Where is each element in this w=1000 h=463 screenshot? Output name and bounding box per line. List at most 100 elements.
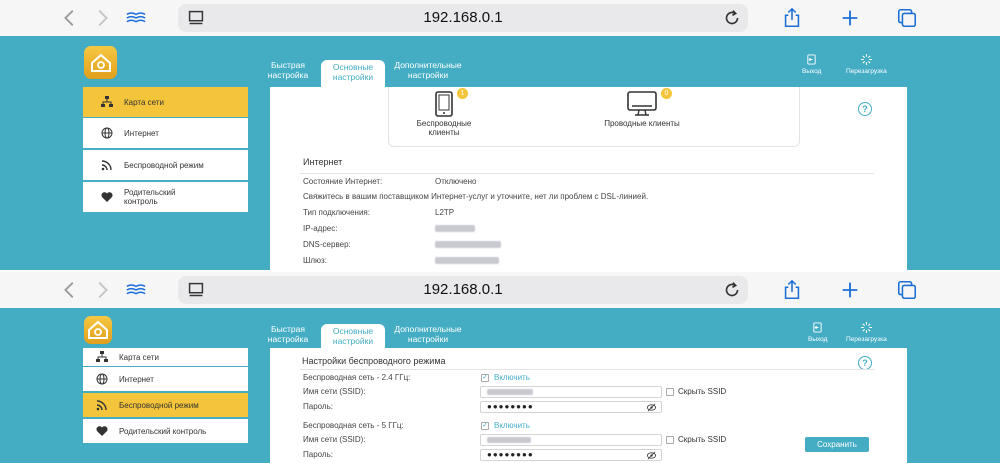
new-tab-icon[interactable] xyxy=(838,278,862,302)
password24-value: ●●●●●●●● xyxy=(487,402,534,411)
sidebar-item-label: Интернет xyxy=(119,374,154,384)
tab-advanced[interactable]: Дополнительные настройки xyxy=(388,60,468,84)
wireless-clients[interactable]: Беспроводные клиенты 1 xyxy=(409,88,479,137)
wireless-section-title: Настройки беспроводного режима xyxy=(302,356,446,366)
internet-section-title: Интернет xyxy=(303,157,343,167)
toggle-password-icon[interactable] xyxy=(647,451,656,460)
reboot-button[interactable]: Перезагрузка xyxy=(846,322,887,343)
wireless-clients-label: Беспроводные клиенты xyxy=(416,119,472,137)
divider xyxy=(300,369,874,370)
forward-icon[interactable] xyxy=(90,6,114,30)
connection-type-label: Тип подключения: xyxy=(303,208,370,217)
wired-clients-label: Проводные клиенты xyxy=(604,119,680,128)
sidebar-item-parental[interactable]: Родительский контроль xyxy=(83,419,248,443)
sidebar-item-label: Родительский контроль xyxy=(124,188,176,206)
new-tab-icon[interactable] xyxy=(838,6,862,30)
sidebar-item-label: Родительский контроль xyxy=(119,426,207,436)
forward-icon[interactable] xyxy=(90,278,114,302)
sidebar-item-parental[interactable]: Родительский контроль xyxy=(83,182,248,212)
sidebar-item-label: Карта сети xyxy=(119,352,159,362)
band24-label: Беспроводная сеть - 2.4 ГГц: xyxy=(303,373,411,382)
sidebar-item-internet[interactable]: Интернет xyxy=(83,367,248,391)
band5-enable-checkbox[interactable]: ✓ xyxy=(481,422,489,430)
dns-label: DNS-сервер: xyxy=(303,240,351,249)
password24-input[interactable]: ●●●●●●●● xyxy=(480,401,662,413)
isp-message: Свяжитесь в вашим поставщиком Интернет-у… xyxy=(303,192,649,201)
toggle-password-icon[interactable] xyxy=(647,403,656,412)
hide-ssid5-checkbox[interactable] xyxy=(666,436,674,444)
band5-label: Беспроводная сеть - 5 ГГц: xyxy=(303,421,404,430)
browser-toolbar: 192.168.0.1 xyxy=(0,0,1000,36)
hide-ssid5-label: Скрыть SSID xyxy=(678,435,727,444)
band24-enable-label: Включить xyxy=(494,373,530,382)
ip-label: IP-адрес: xyxy=(303,224,338,233)
ssid5-input[interactable] xyxy=(480,434,662,446)
browser-toolbar: 192.168.0.1 xyxy=(0,272,1000,308)
ssid24-label: Имя сети (SSID): xyxy=(303,387,366,396)
reboot-label: Перезагрузка xyxy=(846,68,887,75)
screenshot-network-map: 192.168.0.1 Карта сети Интернет Беспрово… xyxy=(0,0,1000,272)
ssid5-label: Имя сети (SSID): xyxy=(303,435,366,444)
logout-icon xyxy=(813,322,822,333)
gateway-value-redacted xyxy=(435,257,499,264)
password5-input[interactable]: ●●●●●●●● xyxy=(480,449,662,461)
sidebar-item-network-map[interactable]: Карта сети xyxy=(83,87,248,117)
sidebar-item-internet[interactable]: Интернет xyxy=(83,118,248,148)
reader-icon[interactable] xyxy=(124,6,148,30)
tabs-icon[interactable] xyxy=(895,278,919,302)
back-icon[interactable] xyxy=(58,278,82,302)
dns-value-redacted xyxy=(435,241,501,248)
password5-value: ●●●●●●●● xyxy=(487,450,534,459)
hide-ssid24-label: Скрыть SSID xyxy=(678,387,727,396)
wifi-icon xyxy=(100,158,114,172)
logout-button[interactable]: Выход xyxy=(808,322,827,343)
logout-icon xyxy=(807,54,816,65)
sidebar-item-label: Беспроводной режим xyxy=(119,400,199,410)
ip-value-redacted xyxy=(435,225,475,232)
address-bar[interactable]: 192.168.0.1 xyxy=(178,276,748,304)
reboot-label: Перезагрузка xyxy=(846,336,887,343)
reboot-button[interactable]: Перезагрузка xyxy=(846,54,887,75)
router-logo[interactable] xyxy=(84,46,117,79)
sidebar-item-label: Беспроводной режим xyxy=(124,160,204,170)
tab-basic[interactable]: Основные настройки xyxy=(321,60,385,88)
divider xyxy=(300,173,874,174)
tabs-icon[interactable] xyxy=(895,6,919,30)
reload-icon[interactable] xyxy=(720,278,744,302)
band5-enable-label: Включить xyxy=(494,421,530,430)
wired-clients-count: 0 xyxy=(661,88,672,99)
network-map-icon xyxy=(95,350,109,364)
tab-advanced[interactable]: Дополнительные настройки xyxy=(388,324,468,348)
main-content: ? Беспроводные клиенты 1 Проводные клиен… xyxy=(270,87,907,272)
globe-icon xyxy=(95,372,109,386)
password24-label: Пароль: xyxy=(303,402,333,411)
tab-quick-setup[interactable]: Быстрая настройка xyxy=(256,324,320,348)
connection-type-value: L2TP xyxy=(435,208,455,217)
sidebar-item-wireless[interactable]: Беспроводной режим xyxy=(83,393,248,417)
share-icon[interactable] xyxy=(780,6,804,30)
reboot-icon xyxy=(860,54,872,65)
sidebar-item-label: Интернет xyxy=(124,128,159,138)
wired-clients[interactable]: Проводные клиенты 0 xyxy=(597,88,687,128)
router-logo[interactable] xyxy=(84,316,112,344)
logout-button[interactable]: Выход xyxy=(802,54,821,75)
reload-icon[interactable] xyxy=(720,6,744,30)
main-content: Настройки беспроводного режима ? Беспров… xyxy=(270,348,907,463)
hide-ssid24-checkbox[interactable] xyxy=(666,388,674,396)
back-icon[interactable] xyxy=(58,6,82,30)
sidebar-item-wireless[interactable]: Беспроводной режим xyxy=(83,150,248,180)
sidebar-item-network-map[interactable]: Карта сети xyxy=(83,348,248,366)
address-bar[interactable]: 192.168.0.1 xyxy=(178,4,748,32)
ssid24-input[interactable] xyxy=(480,386,662,398)
wireless-clients-count: 1 xyxy=(457,88,468,99)
help-icon[interactable]: ? xyxy=(858,356,872,370)
band24-enable-checkbox[interactable]: ✓ xyxy=(481,374,489,382)
wifi-icon xyxy=(95,398,109,412)
reader-icon[interactable] xyxy=(124,278,148,302)
tab-quick-setup[interactable]: Быстрая настройка xyxy=(256,60,320,84)
monitor-icon xyxy=(627,91,657,116)
share-icon[interactable] xyxy=(780,278,804,302)
save-button[interactable]: Сохранить xyxy=(805,437,869,452)
logout-label: Выход xyxy=(808,336,828,343)
help-icon[interactable]: ? xyxy=(858,102,872,116)
